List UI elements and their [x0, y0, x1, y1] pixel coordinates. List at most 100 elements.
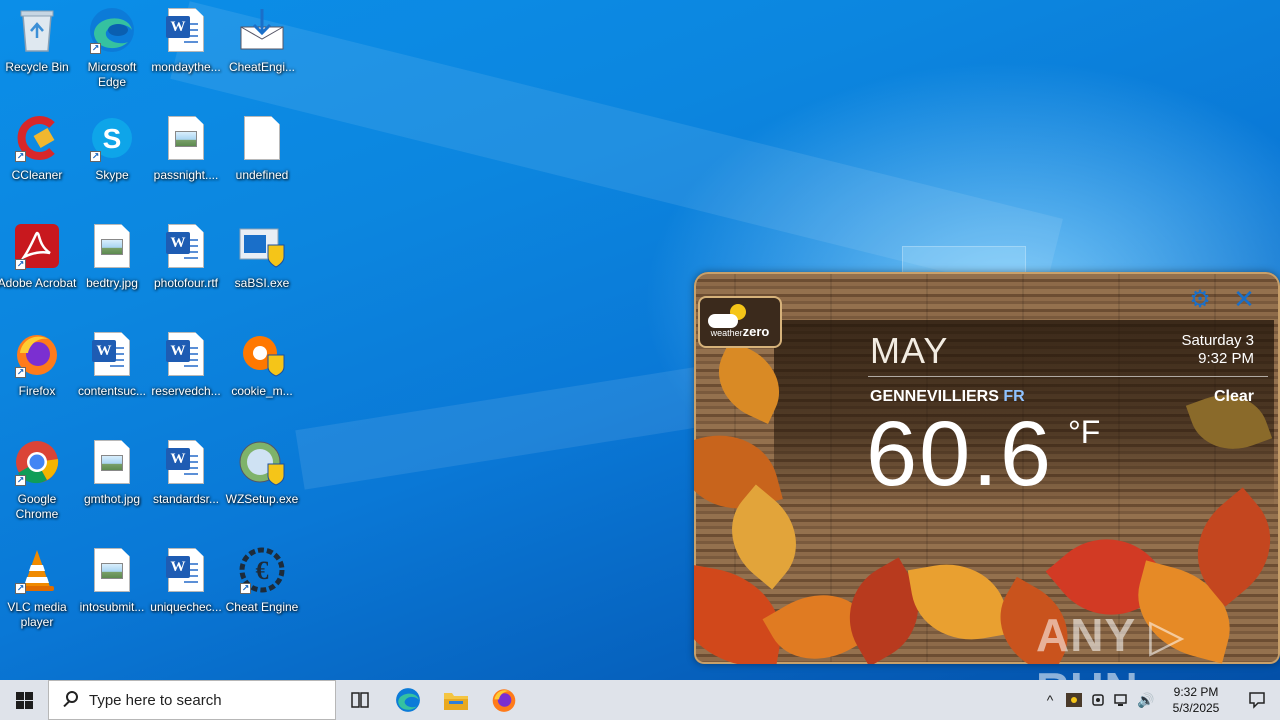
- desktop-icon-cheat-engine[interactable]: € ↗ Cheat Engine: [224, 546, 300, 646]
- icon-label: passnight....: [153, 168, 219, 182]
- icon-label: contentsuc...: [77, 384, 147, 398]
- close-icon[interactable]: ✕: [1232, 286, 1256, 312]
- icon-label: Adobe Acrobat: [0, 276, 77, 290]
- desktop-icon-sabsi-exe[interactable]: saBSI.exe: [224, 222, 300, 322]
- desktop-icon-skype[interactable]: S ↗ Skype: [74, 114, 150, 214]
- icon-label: Firefox: [18, 384, 56, 398]
- icon-label: cookie_m...: [231, 384, 293, 398]
- desktop-icon-cookie-m[interactable]: cookie_m...: [224, 330, 300, 430]
- shortcut-arrow-icon: ↗: [240, 583, 251, 594]
- word-document-icon: W: [162, 546, 210, 594]
- weather-tray-icon[interactable]: [1062, 680, 1086, 720]
- desktop-icon-uniquechec[interactable]: W uniquechec...: [148, 546, 224, 646]
- desktop-icon-cheatengi-installer[interactable]: CheatEngi...: [224, 6, 300, 106]
- desktop-icon-firefox[interactable]: ↗ Firefox: [0, 330, 75, 430]
- weather-day: Saturday 3: [1181, 332, 1254, 349]
- notification-center-button[interactable]: [1234, 680, 1280, 720]
- start-button[interactable]: [0, 680, 48, 720]
- shortcut-arrow-icon: ↗: [15, 259, 26, 270]
- desktop-icon-recycle-bin[interactable]: Recycle Bin: [0, 6, 75, 106]
- acrobat-icon: ↗: [13, 222, 61, 270]
- shortcut-arrow-icon: ↗: [15, 583, 26, 594]
- desktop-icon-vlc[interactable]: ↗ VLC media player: [0, 546, 75, 646]
- desktop-icon-wzsetup-exe[interactable]: WZSetup.exe: [224, 438, 300, 538]
- desktop-icon-intosubmit[interactable]: intosubmit...: [74, 546, 150, 646]
- windows-logo-icon: [15, 691, 33, 709]
- taskbar-edge-button[interactable]: [384, 680, 432, 720]
- shortcut-arrow-icon: ↗: [90, 43, 101, 54]
- desktop-icon-reservedch[interactable]: W reservedch...: [148, 330, 224, 430]
- divider: [868, 376, 1268, 377]
- taskbar: Type here to search ^ 🔊 9:32 PM 5/3/2025: [0, 680, 1280, 720]
- desktop-icon-google-chrome[interactable]: ↗ Google Chrome: [0, 438, 75, 538]
- cheat-engine-icon: € ↗: [238, 546, 286, 594]
- edge-icon: ↗: [88, 6, 136, 54]
- firefox-icon: ↗: [13, 330, 61, 378]
- image-file-icon: [162, 114, 210, 162]
- desktop-icon-bedtry-jpg[interactable]: bedtry.jpg: [74, 222, 150, 322]
- icon-label: reservedch...: [151, 384, 221, 398]
- icon-label: Microsoft Edge: [87, 60, 137, 89]
- winzip-setup-icon: [238, 438, 286, 486]
- desktop-icon-photofour-rtf[interactable]: W photofour.rtf: [148, 222, 224, 322]
- task-view-icon: [351, 692, 369, 708]
- taskbar-firefox-button[interactable]: [480, 680, 528, 720]
- show-hidden-icons-chevron-icon[interactable]: ^: [1038, 680, 1062, 720]
- image-file-icon: [88, 546, 136, 594]
- search-icon: [61, 690, 81, 710]
- temperature-value: 60.6: [866, 403, 1054, 505]
- weather-widget[interactable]: weatherzero ⚙ ✕ MAY Saturday 3 9:32 PM G…: [694, 272, 1280, 664]
- icon-label: Skype: [95, 168, 129, 182]
- exe-shield-icon: [238, 222, 286, 270]
- settings-gear-icon[interactable]: ⚙: [1188, 288, 1212, 312]
- icon-label: uniquechec...: [150, 600, 222, 614]
- icon-label: undefined: [235, 168, 289, 182]
- network-icon[interactable]: [1110, 680, 1134, 720]
- edge-icon: [396, 688, 420, 712]
- device-tray-icon[interactable]: [1086, 680, 1110, 720]
- taskbar-clock[interactable]: 9:32 PM 5/3/2025: [1158, 684, 1234, 716]
- icon-label: Recycle Bin: [5, 60, 69, 74]
- icon-label: WZSetup.exe: [225, 492, 299, 506]
- icon-label: intosubmit...: [79, 600, 145, 614]
- firefox-icon: [492, 689, 516, 712]
- word-document-icon: W: [162, 438, 210, 486]
- word-document-icon: W: [162, 6, 210, 54]
- clock-time: 9:32 PM: [1173, 685, 1219, 699]
- weather-time: 9:32 PM: [1198, 350, 1254, 367]
- weather-datetime: Saturday 3 9:32 PM: [1181, 332, 1254, 368]
- recycle-bin-icon: [13, 6, 61, 54]
- taskbar-file-explorer-button[interactable]: [432, 680, 480, 720]
- shortcut-arrow-icon: ↗: [15, 475, 26, 486]
- desktop-icon-gmthot-jpg[interactable]: gmthot.jpg: [74, 438, 150, 538]
- icon-label: Cheat Engine: [225, 600, 299, 614]
- desktop-icon-passnight[interactable]: passnight....: [148, 114, 224, 214]
- task-view-button[interactable]: [336, 680, 384, 720]
- desktop-icon-ccleaner[interactable]: ↗ CCleaner: [0, 114, 75, 214]
- desktop-icon-standardsr[interactable]: W standardsr...: [148, 438, 224, 538]
- word-document-icon: W: [162, 222, 210, 270]
- weather-condition: Clear: [1213, 388, 1254, 405]
- desktop-icon-microsoft-edge[interactable]: ↗ Microsoft Edge: [74, 6, 150, 106]
- taskbar-search-box[interactable]: Type here to search: [48, 680, 336, 720]
- desktop-icon-contentsuc[interactable]: W contentsuc...: [74, 330, 150, 430]
- shortcut-arrow-icon: ↗: [15, 367, 26, 378]
- icon-label: gmthot.jpg: [83, 492, 141, 506]
- weatherzero-logo: weatherzero: [698, 296, 782, 348]
- icon-label: standardsr...: [152, 492, 220, 506]
- desktop-icon-adobe-acrobat[interactable]: ↗ Adobe Acrobat: [0, 222, 77, 322]
- system-tray: ^ 🔊 9:32 PM 5/3/2025: [1038, 680, 1280, 720]
- ccleaner-icon: ↗: [13, 114, 61, 162]
- autumn-leaf: [907, 554, 1011, 650]
- chrome-icon: ↗: [13, 438, 61, 486]
- shortcut-arrow-icon: ↗: [15, 151, 26, 162]
- icon-label: Google Chrome: [15, 492, 59, 521]
- icon-label: CCleaner: [11, 168, 63, 182]
- notification-icon: [1249, 692, 1265, 709]
- desktop-icon-mondaythe[interactable]: W mondaythe...: [148, 6, 224, 106]
- shortcut-arrow-icon: ↗: [90, 151, 101, 162]
- volume-icon[interactable]: 🔊: [1134, 680, 1158, 720]
- avast-shield-icon: [238, 330, 286, 378]
- blank-file-icon: [238, 114, 286, 162]
- desktop-icon-undefined[interactable]: undefined: [224, 114, 300, 214]
